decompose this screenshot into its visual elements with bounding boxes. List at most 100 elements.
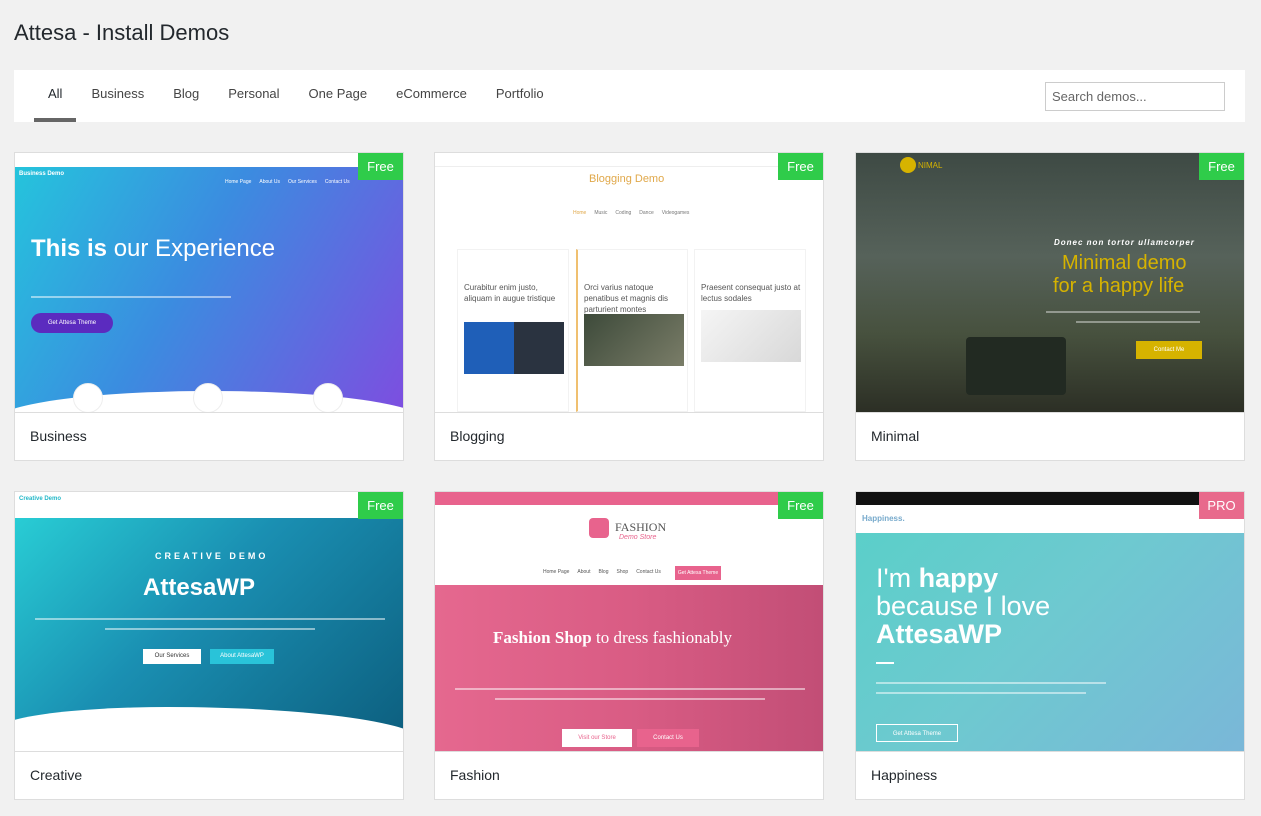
demo-name: Business [30,428,87,444]
preview-heading: Fashion Shop to dress fashionably [493,628,732,648]
tab-blog[interactable]: Blog [159,70,213,122]
preview-cta: Visit our Store [562,729,632,747]
preview-heading: Minimal demo [1062,252,1187,274]
preview-topbar [435,166,823,167]
preview-heading-bold: happy [918,563,999,593]
demo-preview-creative: Creative Demo CREATIVE DEMO AttesaWP Our… [15,492,403,751]
preview-divider [876,662,894,664]
demo-card-happiness[interactable]: Happiness. I'm happy because I love Atte… [855,491,1245,800]
preview-text-line [876,692,1086,694]
preview-brand: Blogging Demo [589,173,665,185]
demo-preview-minimal: NIMAL Donec non tortor ullamcorper Minim… [856,153,1244,412]
demo-card-creative[interactable]: Creative Demo CREATIVE DEMO AttesaWP Our… [14,491,404,800]
logo-icon [900,157,916,173]
preview-nav-item: Dance [639,210,654,216]
demo-name: Blogging [450,428,505,444]
pro-badge: PRO [1199,492,1244,519]
tab-portfolio[interactable]: Portfolio [482,70,558,122]
free-badge: Free [358,153,403,180]
preview-text-line [35,618,385,620]
preview-heading-part: I'm [876,563,919,593]
preview-kicker: CREATIVE DEMO [155,551,269,561]
search-input[interactable] [1045,82,1225,111]
preview-topbar [15,492,403,518]
preview-heading-bold: This is [31,235,108,262]
demo-preview-fashion: FASHION Demo Store Home Page About Blog … [435,492,823,751]
demo-card-blogging[interactable]: Blogging Demo Home Music Coding Dance Vi… [434,152,824,461]
preview-heading: for a happy life [1053,275,1185,297]
preview-nav-item: Our Services [287,179,317,185]
preview-kicker: Donec non tortor ullamcorper [1054,238,1195,247]
filter-tabs: All Business Blog Personal One Page eCom… [34,70,559,122]
tab-business[interactable]: Business [77,70,158,122]
preview-post-image [701,310,801,362]
demo-preview-happiness: Happiness. I'm happy because I love Atte… [856,492,1244,751]
preview-post: Praesent consequat justo at lectus sodal… [694,249,806,412]
preview-hero [435,585,823,751]
preview-cta: About AttesaWP [210,649,274,664]
preview-post-title: Praesent consequat justo at lectus sodal… [701,283,801,303]
demo-name: Minimal [871,428,920,444]
preview-nav: Home Page About Blog Shop Contact Us [543,569,661,575]
preview-brand: Business Demo [19,171,65,177]
preview-nav-cta: Get Attesa Theme [675,566,721,580]
demo-card-footer: Business [15,412,403,460]
demo-card-business[interactable]: Business Demo Home Page About Us Our Ser… [14,152,404,461]
tab-one-page[interactable]: One Page [295,70,382,122]
tab-personal[interactable]: Personal [214,70,293,122]
preview-nav-item: About Us [259,179,280,185]
free-badge: Free [778,492,823,519]
preview-heading: AttesaWP [876,619,1003,649]
tab-all[interactable]: All [34,70,77,122]
preview-nav-item: About [577,569,591,575]
preview-cta: Contact Us [637,729,699,747]
preview-cta: Get Attesa Theme [31,313,113,333]
preview-nav-item: Blog [598,569,609,575]
free-badge: Free [358,492,403,519]
preview-brand: NIMAL [918,161,943,170]
demo-card-footer: Blogging [435,412,823,460]
preview-nav: Home Music Coding Dance Videogames [573,210,689,216]
preview-brand: Creative Demo [19,496,62,502]
demo-preview-business: Business Demo Home Page About Us Our Ser… [15,153,403,412]
preview-heading: because I love [876,591,1051,621]
preview-topbar [856,492,1244,505]
demo-card-minimal[interactable]: NIMAL Donec non tortor ullamcorper Minim… [855,152,1245,461]
tab-ecommerce[interactable]: eCommerce [382,70,481,122]
preview-topbar [15,153,403,167]
preview-nav-item: Contact Us [324,179,350,185]
demo-card-footer: Minimal [856,412,1244,460]
preview-heading-bold: Fashion Shop [493,628,592,647]
preview-nav-item: Home Page [543,569,570,575]
preview-post: Orci varius natoque penatibus et magnis … [576,249,688,412]
preview-cta: Contact Me [1136,341,1202,359]
preview-nav-item: Home [573,210,587,216]
preview-nav-item: Videogames [661,210,690,216]
preview-text-line [455,688,805,690]
demo-name: Happiness [871,767,938,783]
preview-nav-item: Coding [615,210,632,216]
filter-bar: All Business Blog Personal One Page eCom… [14,70,1245,122]
free-badge: Free [778,153,823,180]
crown-icon [589,518,609,538]
preview-heading: AttesaWP [143,574,256,601]
preview-nav: Home Page About Us Our Services Contact … [225,179,350,185]
preview-nav-item: Music [594,210,608,216]
scissors-icon [193,383,223,412]
preview-photo-figure [966,337,1066,395]
demo-name: Creative [30,767,83,783]
preview-post: Curabitur enim justo, aliquam in augue t… [457,249,569,412]
demo-card-fashion[interactable]: FASHION Demo Store Home Page About Blog … [434,491,824,800]
preview-heading-rest: to dress fashionably [591,628,732,647]
preview-cta: Get Attesa Theme [876,724,958,742]
preview-brand: FASHION [615,520,667,534]
free-badge: Free [1199,153,1244,180]
demo-name: Fashion [450,767,500,783]
preview-text-line [105,628,315,630]
monitor-icon [73,383,103,412]
preview-post-image [584,314,684,366]
demo-card-footer: Fashion [435,751,823,799]
preview-cta: Our Services [143,649,201,664]
preview-post-title: Orci varius natoque penatibus et magnis … [584,283,669,314]
preview-wave [15,707,403,751]
